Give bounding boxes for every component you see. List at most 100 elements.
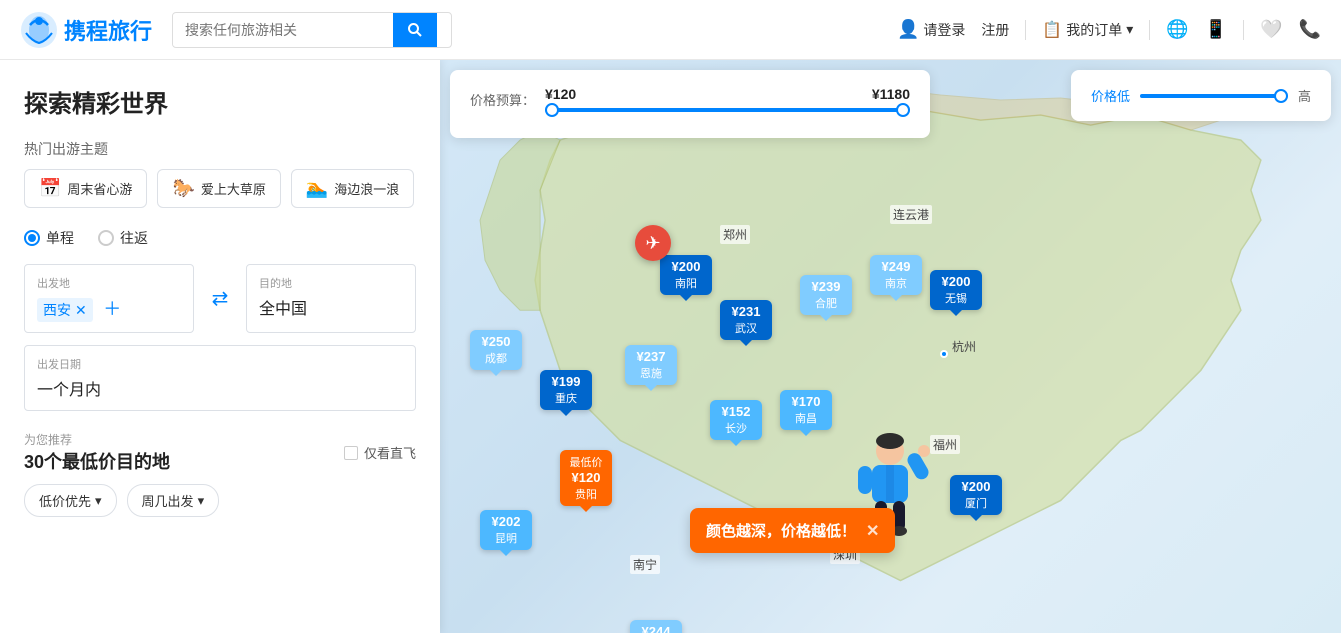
globe-icon[interactable]: 🌐 (1166, 19, 1188, 40)
dest-field[interactable]: 目的地 全中国 (246, 264, 416, 333)
origin-label: 出发地 (37, 275, 181, 291)
register-button[interactable]: 注册 (981, 20, 1009, 40)
recommend-title: 30个最低价目的地 (24, 448, 170, 474)
price-slider-left-thumb[interactable] (545, 103, 559, 117)
page-title: 探索精彩世界 (24, 84, 416, 119)
round-trip-radio[interactable]: 往返 (98, 228, 148, 248)
map-pin-nanchang[interactable]: ¥170南昌 (780, 390, 832, 430)
origin-field[interactable]: 出发地 西安 ✕ ＋ (24, 264, 194, 333)
tooltip-text: 颜色越深，价格越低！ (706, 520, 856, 541)
swap-icon: ⇄ (212, 286, 229, 311)
theme-card-beach[interactable]: 🏊 海边浪一浪 (291, 169, 414, 208)
origin-value: 西安 ✕ ＋ (37, 295, 181, 322)
sort-label-low: 价格低 (1091, 86, 1130, 105)
sort-day-chevron: ▾ (198, 493, 205, 509)
search-input[interactable] (173, 14, 393, 46)
map-label-fuzhou_label: 福州 (930, 435, 960, 454)
map-pin-enshi[interactable]: ¥237恩施 (625, 345, 677, 385)
origin-add-icon[interactable]: ＋ (103, 299, 121, 319)
sort-day-button[interactable]: 周几出发 ▾ (127, 484, 220, 517)
nav-divider-2 (1149, 20, 1150, 40)
origin-close-icon[interactable]: ✕ (75, 302, 87, 319)
map-area: 价格预算： ¥120 ¥1180 价格低 (440, 60, 1341, 633)
dest-label: 目的地 (259, 275, 403, 291)
nav-divider (1025, 20, 1026, 40)
origin-dest-row: 出发地 西安 ✕ ＋ ⇄ 目的地 全中国 (24, 264, 416, 333)
price-filter-panel: 价格预算： ¥120 ¥1180 (450, 70, 930, 138)
map-pin-nanning244[interactable]: ¥244南宁 (630, 620, 682, 633)
sort-row: 低价优先 ▾ 周几出发 ▾ (24, 484, 416, 517)
one-way-radio[interactable]: 单程 (24, 228, 74, 248)
sort-slider-track[interactable] (1140, 94, 1288, 98)
price-slider-right-thumb[interactable] (896, 103, 910, 117)
price-min: ¥120 (545, 86, 576, 102)
recommend-header: 为您推荐 30个最低价目的地 仅看直飞 (24, 431, 416, 474)
search-bar (172, 12, 452, 48)
map-pin-guiyang[interactable]: 最低价¥120贵阳 (560, 450, 612, 506)
plane-marker[interactable]: ✈ (635, 225, 671, 261)
logo-text: 携程旅行 (64, 14, 152, 46)
header-nav: 👤 请登录 注册 📋 我的订单 ▾ 🌐 📱 🤍 📞 (897, 19, 1321, 40)
sort-price-chevron: ▾ (95, 493, 102, 509)
one-way-radio-dot (24, 230, 40, 246)
theme-cards: 📅 周末省心游 🐎 爱上大草原 🏊 海边浪一浪 (24, 169, 416, 208)
color-tooltip: 颜色越深，价格越低！ ✕ (690, 508, 895, 553)
map-pin-kunming[interactable]: ¥202昆明 (480, 510, 532, 550)
map-label-zhengzhou_label: 郑州 (720, 225, 750, 244)
orders-button[interactable]: 📋 我的订单 ▾ (1042, 20, 1133, 40)
sort-slider-thumb[interactable] (1274, 89, 1288, 103)
price-values: ¥120 ¥1180 (545, 86, 910, 102)
nav-divider-3 (1243, 20, 1244, 40)
price-filter-row: 价格预算： ¥120 ¥1180 (470, 86, 910, 112)
map-dot-hangzhou_dot: 杭州 (940, 350, 948, 358)
date-label: 出发日期 (37, 356, 403, 372)
theme-label-beach: 海边浪一浪 (334, 179, 399, 198)
map-pin-wuhan[interactable]: ¥231武汉 (720, 300, 772, 340)
search-button[interactable] (393, 13, 437, 47)
dest-value: 全中国 (259, 295, 403, 319)
heart-icon[interactable]: 🤍 (1260, 19, 1282, 40)
price-max: ¥1180 (872, 86, 910, 102)
service-icon[interactable]: 📞 (1299, 19, 1321, 40)
swim-icon: 🏊 (306, 178, 328, 199)
map-label-lianyungang_label: 连云港 (890, 205, 932, 224)
direct-only-checkbox[interactable]: 仅看直飞 (344, 443, 416, 462)
theme-card-weekend[interactable]: 📅 周末省心游 (24, 169, 147, 208)
sort-label-high: 高 (1298, 86, 1311, 105)
map-pin-nanjing[interactable]: ¥249南京 (870, 255, 922, 295)
price-slider-fill (545, 108, 910, 112)
map-pin-hefei[interactable]: ¥239合肥 (800, 275, 852, 315)
map-pin-changsha[interactable]: ¥152长沙 (710, 400, 762, 440)
direct-only-checkbox-box (344, 446, 358, 460)
map-pin-chongqing[interactable]: ¥199重庆 (540, 370, 592, 410)
swap-button[interactable]: ⇄ (204, 264, 236, 333)
theme-card-grassland[interactable]: 🐎 爱上大草原 (157, 169, 280, 208)
horse-icon: 🐎 (172, 178, 194, 199)
sort-filter-panel: 价格低 高 (1071, 70, 1331, 121)
date-value: 一个月内 (37, 376, 403, 400)
recommend-left: 为您推荐 30个最低价目的地 (24, 431, 170, 474)
price-slider-container: ¥120 ¥1180 (545, 86, 910, 112)
map-pin-xiamen[interactable]: ¥200厦门 (950, 475, 1002, 515)
map-label-nanning_label: 南宁 (630, 555, 660, 574)
origin-tag: 西安 ✕ (37, 298, 93, 322)
date-field[interactable]: 出发日期 一个月内 (24, 345, 416, 411)
map-pin-nanyang[interactable]: ¥200南阳 (660, 255, 712, 295)
theme-label-grassland: 爱上大草原 (201, 179, 266, 198)
recommend-label: 为您推荐 (24, 431, 170, 448)
phone-icon[interactable]: 📱 (1205, 19, 1227, 40)
login-button[interactable]: 👤 请登录 (897, 19, 965, 40)
direct-only-label: 仅看直飞 (364, 443, 416, 462)
price-slider-track[interactable] (545, 108, 910, 112)
logo[interactable]: 携程旅行 (20, 11, 152, 49)
sort-price-button[interactable]: 低价优先 ▾ (24, 484, 117, 517)
map-pin-chengdu[interactable]: ¥250成都 (470, 330, 522, 370)
theme-label-weekend: 周末省心游 (67, 179, 132, 198)
main-layout: 探索精彩世界 热门出游主题 📅 周末省心游 🐎 爱上大草原 🏊 海边浪一浪 单程 (0, 60, 1341, 633)
trip-type-group: 单程 往返 (24, 228, 416, 248)
price-filter-label: 价格预算： (470, 90, 535, 109)
map-pin-wuxi[interactable]: ¥200无锡 (930, 270, 982, 310)
header: 携程旅行 👤 请登录 注册 📋 我的订单 ▾ 🌐 📱 🤍 📞 (0, 0, 1341, 60)
round-trip-radio-dot (98, 230, 114, 246)
tooltip-close-button[interactable]: ✕ (866, 521, 879, 541)
